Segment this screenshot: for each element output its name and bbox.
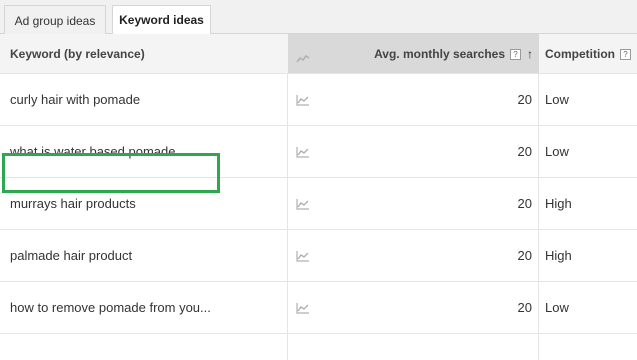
- table-row[interactable]: [0, 52, 637, 74]
- searches-cell: 20: [517, 248, 532, 263]
- table-row[interactable]: curly hair with pomade 20 Low: [0, 74, 637, 126]
- highlight-box: [2, 153, 220, 193]
- searches-cell: 20: [517, 300, 532, 315]
- competition-cell: High: [545, 248, 572, 263]
- competition-cell: Low: [545, 300, 569, 315]
- competition-cell: High: [545, 196, 572, 211]
- searches-cell: 20: [517, 92, 532, 107]
- competition-cell: Low: [545, 92, 569, 107]
- keyword-cell[interactable]: curly hair with pomade: [10, 74, 280, 125]
- searches-cell: 20: [517, 144, 532, 159]
- table-row[interactable]: how to remove pomade from you... 20 Low: [0, 282, 637, 334]
- searches-cell: 20: [517, 196, 532, 211]
- competition-cell: Low: [545, 144, 569, 159]
- keyword-cell[interactable]: palmade hair product: [10, 230, 280, 281]
- trend-chart-icon[interactable]: [296, 52, 310, 66]
- keyword-cell[interactable]: how to remove pomade from you...: [10, 282, 280, 333]
- table-row[interactable]: palmade hair product 20 High: [0, 230, 637, 282]
